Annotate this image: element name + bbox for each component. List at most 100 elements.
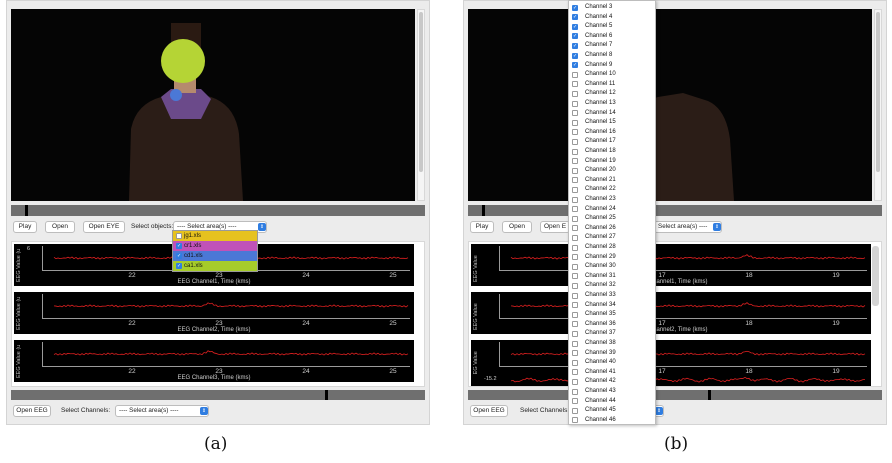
eeg-timeline-knob[interactable] (708, 390, 711, 400)
eeg-timeline[interactable] (468, 390, 882, 400)
video-scrollbar[interactable] (417, 9, 425, 201)
channel-list-item[interactable]: Channel 39 (569, 349, 655, 358)
open-eye-button[interactable]: Open EYE (83, 221, 125, 233)
checkbox[interactable]: ✓ (176, 263, 182, 269)
checkbox[interactable] (572, 119, 578, 126)
eeg-plots-b[interactable]: EEG ValueEEG Channel1, Time (kms)1617181… (468, 241, 882, 387)
channel-list-item[interactable]: Channel 16 (569, 128, 655, 137)
channel-list-item[interactable]: Channel 38 (569, 339, 655, 348)
channel-list-item[interactable]: Channel 14 (569, 109, 655, 118)
open-button[interactable]: Open (502, 221, 532, 233)
channel-list-item[interactable]: Channel 28 (569, 243, 655, 252)
channel-list-item[interactable]: Channel 17 (569, 137, 655, 146)
channel-list-item[interactable]: Channel 29 (569, 253, 655, 262)
checkbox[interactable]: ✓ (176, 253, 182, 259)
checkbox[interactable]: ✓ (572, 14, 578, 21)
checkbox[interactable] (572, 148, 578, 155)
checkbox[interactable] (572, 110, 578, 117)
checkbox[interactable] (572, 330, 578, 337)
channel-list-item[interactable]: Channel 33 (569, 291, 655, 300)
channel-list-item[interactable]: ✓ Channel 3 (569, 3, 655, 12)
channel-list-item[interactable]: Channel 26 (569, 224, 655, 233)
objects-dropdown-item[interactable]: ✓ cr1.xls (173, 241, 257, 251)
checkbox[interactable] (572, 407, 578, 414)
timeline-knob[interactable] (25, 205, 28, 216)
channel-list-item[interactable]: Channel 13 (569, 99, 655, 108)
video-timeline[interactable] (11, 205, 425, 216)
checkbox[interactable] (572, 206, 578, 213)
channel-list-item[interactable]: Channel 15 (569, 118, 655, 127)
open-button[interactable]: Open (45, 221, 75, 233)
checkbox[interactable] (572, 378, 578, 385)
eeg-plot-channel[interactable]: EEG ValueEEG Channel2, Time (kms)1617181… (471, 292, 871, 334)
channel-list-item[interactable]: Channel 32 (569, 281, 655, 290)
channel-list-item[interactable]: Channel 19 (569, 157, 655, 166)
checkbox[interactable] (176, 233, 182, 239)
channel-list-item[interactable]: Channel 24 (569, 205, 655, 214)
checkbox[interactable] (572, 350, 578, 357)
checkbox[interactable] (572, 369, 578, 376)
open-eye-button[interactable]: Open E (540, 221, 570, 233)
channel-list-item[interactable]: Channel 37 (569, 329, 655, 338)
checkbox[interactable]: ✓ (572, 42, 578, 49)
checkbox[interactable] (572, 225, 578, 232)
channel-list-item[interactable]: Channel 23 (569, 195, 655, 204)
checkbox[interactable] (572, 196, 578, 203)
channel-list-item[interactable]: Channel 41 (569, 368, 655, 377)
checkbox[interactable] (572, 234, 578, 241)
channel-list-item[interactable]: Channel 44 (569, 397, 655, 406)
plots-scrollbar[interactable] (872, 246, 879, 306)
checkbox[interactable] (572, 254, 578, 261)
checkbox[interactable] (572, 81, 578, 88)
checkbox[interactable]: ✓ (572, 4, 578, 11)
eeg-plot-channel[interactable]: Value-15.2 (471, 374, 871, 386)
checkbox[interactable] (572, 138, 578, 145)
eeg-plot-channel[interactable]: EEG Value (u EEG Channel2, Time (kms) 22 23… (14, 292, 414, 334)
channel-list-item[interactable]: Channel 22 (569, 185, 655, 194)
video-timeline[interactable] (468, 205, 882, 216)
checkbox[interactable] (572, 263, 578, 270)
channel-list-item[interactable]: ✓ Channel 9 (569, 61, 655, 70)
checkbox[interactable]: ✓ (572, 62, 578, 69)
checkbox[interactable] (572, 167, 578, 174)
channel-list-item[interactable]: ✓ Channel 4 (569, 13, 655, 22)
checkbox[interactable] (572, 311, 578, 318)
channel-list-item[interactable]: ✓ Channel 6 (569, 32, 655, 41)
checkbox[interactable] (572, 244, 578, 251)
channel-list-item[interactable]: ✓ Channel 5 (569, 22, 655, 31)
eeg-plot-channel[interactable]: EEG ValueEEG Channel1, Time (kms)1617181… (471, 244, 871, 286)
checkbox[interactable] (572, 100, 578, 107)
channel-list-item[interactable]: Channel 34 (569, 301, 655, 310)
video-frame[interactable] (11, 9, 415, 201)
open-eeg-button[interactable]: Open EEG (470, 405, 508, 417)
channel-list-item[interactable]: ✓ Channel 7 (569, 41, 655, 50)
channel-list-item[interactable]: Channel 31 (569, 272, 655, 281)
channels-dropdown[interactable]: ✓ Channel 3 ✓ Channel 4 ✓ Channel 5 ✓ Channel 6… (568, 0, 656, 425)
checkbox[interactable] (572, 398, 578, 405)
channel-list-item[interactable]: Channel 27 (569, 233, 655, 242)
timeline-knob[interactable] (482, 205, 485, 216)
eeg-plot-channel[interactable]: EEG Value (u EEG Channel3, Time (kms) 22 23… (14, 340, 414, 382)
objects-dropdown-item[interactable]: ✓ ca1.xls (173, 261, 257, 271)
channel-list-item[interactable]: Channel 36 (569, 320, 655, 329)
channel-list-item[interactable]: Channel 18 (569, 147, 655, 156)
select-objects-combo[interactable]: Select area(s) ---- ⇕ (654, 221, 722, 233)
channel-list-item[interactable]: Channel 46 (569, 416, 655, 424)
channel-list-item[interactable]: Channel 30 (569, 262, 655, 271)
checkbox[interactable] (572, 129, 578, 136)
checkbox[interactable]: ✓ (176, 243, 182, 249)
channel-list-item[interactable]: Channel 21 (569, 176, 655, 185)
checkbox[interactable]: ✓ (572, 23, 578, 30)
checkbox[interactable] (572, 71, 578, 78)
objects-dropdown[interactable]: jg1.xls ✓ cr1.xls ✓ cd1.xls ✓ ca1.xls (172, 230, 258, 272)
checkbox[interactable] (572, 158, 578, 165)
video-frame[interactable] (468, 9, 872, 201)
checkbox[interactable] (572, 177, 578, 184)
play-button[interactable]: Play (13, 221, 37, 233)
channel-list-item[interactable]: Channel 11 (569, 80, 655, 89)
video-scrollbar[interactable] (874, 9, 882, 201)
channel-list-item[interactable]: Channel 42 (569, 377, 655, 386)
play-button[interactable]: Play (470, 221, 494, 233)
channel-list-item[interactable]: Channel 45 (569, 406, 655, 415)
checkbox[interactable] (572, 321, 578, 328)
